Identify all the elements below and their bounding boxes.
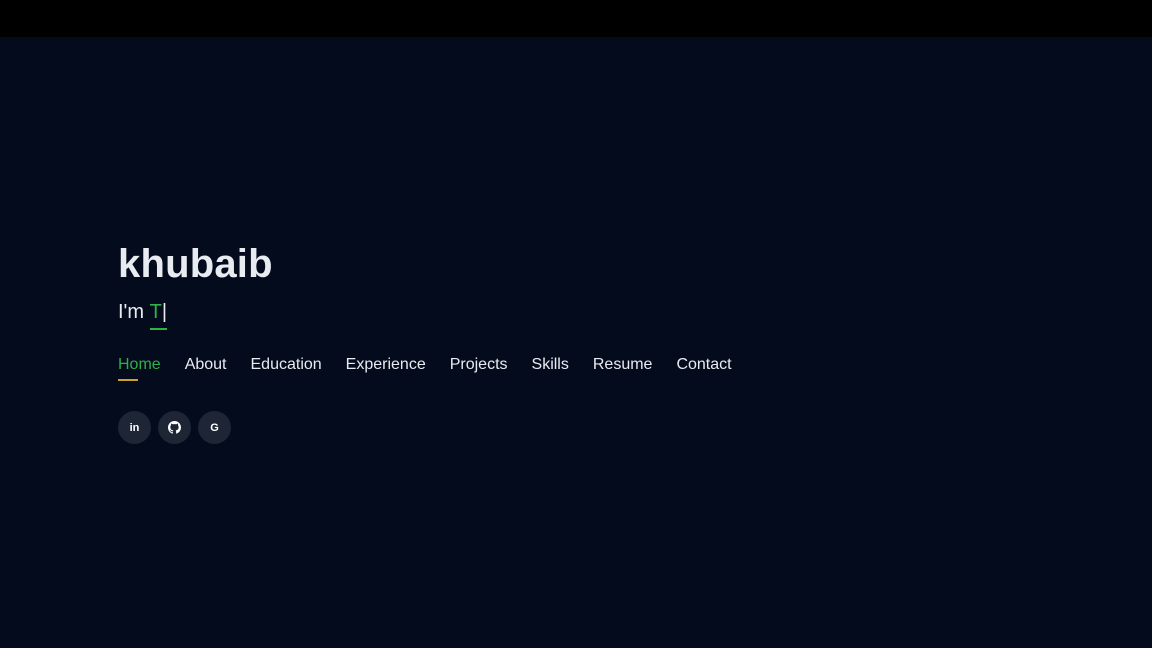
linkedin-icon: in — [129, 421, 140, 434]
typed-prefix: I'm — [118, 301, 150, 323]
hero-name: khubaib — [118, 242, 273, 286]
hero-section — [0, 37, 1152, 648]
nav-item-projects[interactable]: Projects — [450, 353, 508, 377]
nav-item-education[interactable]: Education — [251, 353, 322, 377]
nav-item-home[interactable]: Home — [118, 353, 161, 381]
nav-item-experience[interactable]: Experience — [346, 353, 426, 377]
top-bar — [0, 0, 1152, 37]
google-icon: G — [210, 421, 219, 434]
github-icon — [168, 421, 181, 434]
nav-item-skills[interactable]: Skills — [532, 353, 569, 377]
social-links: in G — [118, 411, 231, 444]
github-button[interactable] — [158, 411, 191, 444]
linkedin-button[interactable]: in — [118, 411, 151, 444]
typed-word-text: T — [149, 301, 162, 323]
main-nav: Home About Education Experience Projects… — [118, 353, 756, 381]
nav-item-contact[interactable]: Contact — [676, 353, 731, 377]
typed-tagline: I'm T| — [118, 299, 168, 330]
typed-word: T| — [149, 299, 168, 330]
nav-item-resume[interactable]: Resume — [593, 353, 653, 377]
typing-cursor: | — [161, 301, 168, 323]
nav-item-about[interactable]: About — [185, 353, 227, 377]
google-button[interactable]: G — [198, 411, 231, 444]
